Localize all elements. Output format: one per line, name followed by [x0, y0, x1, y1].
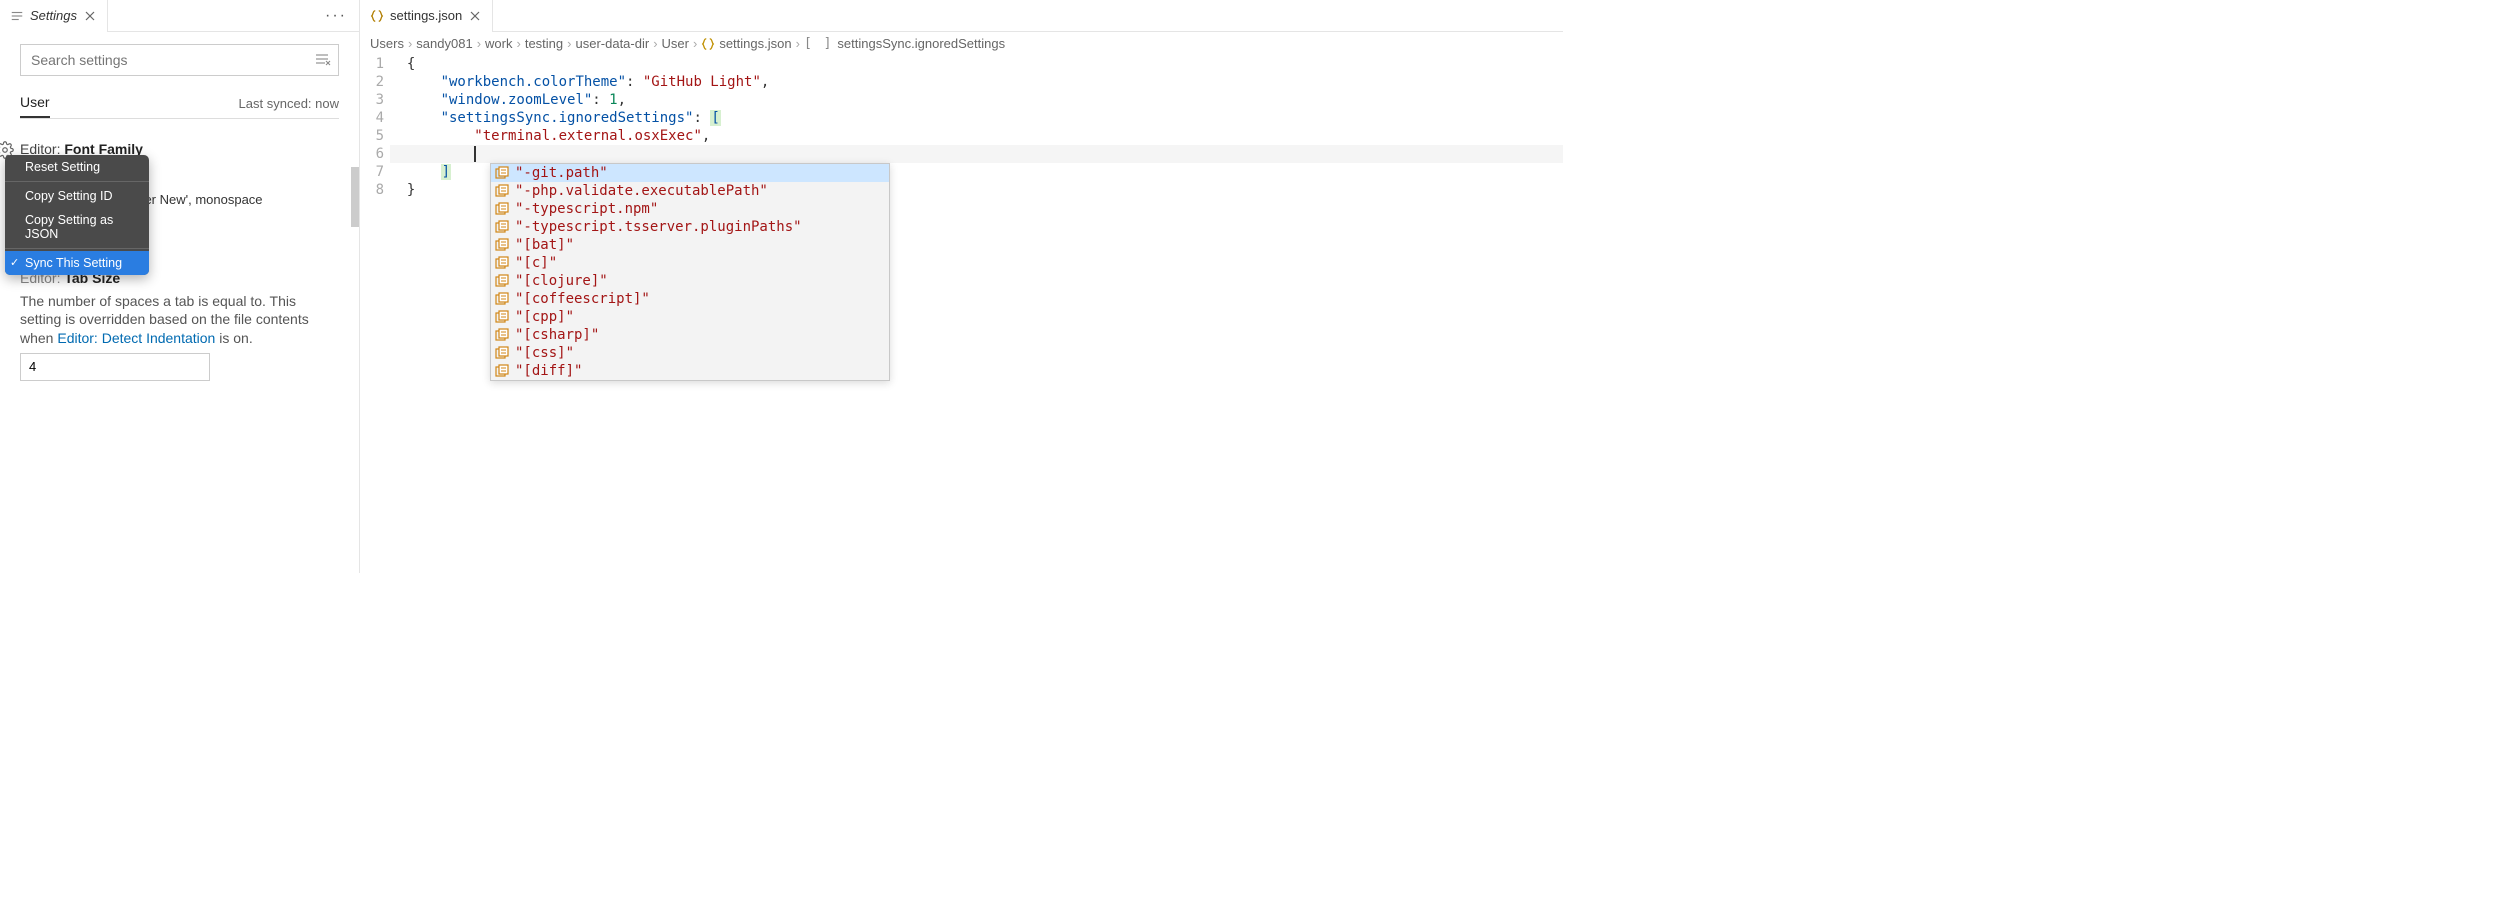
enum-icon	[495, 346, 509, 360]
enum-icon	[495, 292, 509, 306]
chevron-right-icon: ›	[796, 36, 800, 51]
enum-icon	[495, 238, 509, 252]
scope-row: User Last synced: now	[20, 88, 339, 119]
right-tab-bar: settings.json	[360, 0, 1563, 32]
code-editor[interactable]: 1 2 3 4 5 6 7 8 { "workbench.colorTheme"…	[360, 55, 1563, 573]
enum-icon	[495, 274, 509, 288]
breadcrumb-item[interactable]: settingsSync.ignoredSettings	[837, 36, 1005, 51]
chevron-right-icon: ›	[477, 36, 481, 51]
enum-icon	[495, 220, 509, 234]
menu-sync-this-setting[interactable]: ✓ Sync This Setting	[5, 251, 149, 275]
check-icon: ✓	[10, 256, 19, 269]
enum-icon	[495, 166, 509, 180]
setting-context-menu: Reset Setting Copy Setting ID Copy Setti…	[5, 155, 149, 275]
breadcrumb-item[interactable]: work	[485, 36, 512, 51]
line-gutter: 1 2 3 4 5 6 7 8	[360, 55, 390, 573]
breadcrumb-item[interactable]: user-data-dir	[575, 36, 649, 51]
suggest-item[interactable]: "-typescript.tsserver.pluginPaths"	[491, 218, 889, 236]
tab-size-input[interactable]	[20, 353, 210, 381]
enum-icon	[495, 364, 509, 378]
menu-reset-setting[interactable]: Reset Setting	[5, 155, 149, 179]
left-tab-bar: Settings ···	[0, 0, 359, 32]
suggest-item[interactable]: "[csharp]"	[491, 326, 889, 344]
menu-separator	[5, 248, 149, 249]
scrollbar-vertical[interactable]	[351, 167, 359, 227]
menu-copy-setting-id[interactable]: Copy Setting ID	[5, 184, 149, 208]
search-input[interactable]	[20, 44, 339, 76]
tab-title: Settings	[30, 8, 77, 23]
search-box	[20, 44, 339, 76]
more-actions-button[interactable]: ···	[313, 7, 359, 25]
breadcrumb-item[interactable]: User	[662, 36, 689, 51]
chevron-right-icon: ›	[653, 36, 657, 51]
scope-user-tab[interactable]: User	[20, 88, 50, 118]
tab-settings[interactable]: Settings	[0, 0, 108, 32]
suggest-item[interactable]: "-php.validate.executablePath"	[491, 182, 889, 200]
tab-title: settings.json	[390, 8, 462, 23]
suggest-item[interactable]: "[cpp]"	[491, 308, 889, 326]
breadcrumb-item[interactable]: testing	[525, 36, 563, 51]
breadcrumb-item[interactable]: settings.json	[719, 36, 791, 51]
code-body[interactable]: { "workbench.colorTheme": "GitHub Light"…	[390, 55, 1563, 573]
chevron-right-icon: ›	[408, 36, 412, 51]
enum-icon	[495, 184, 509, 198]
text-cursor	[474, 146, 476, 162]
breadcrumb[interactable]: Users › sandy081 › work › testing › user-dat…	[360, 32, 1563, 55]
suggest-item[interactable]: "-git.path"	[491, 164, 889, 182]
chevron-right-icon: ›	[567, 36, 571, 51]
breadcrumb-item[interactable]: sandy081	[416, 36, 472, 51]
detect-indentation-link[interactable]: Editor: Detect Indentation	[57, 330, 215, 346]
clear-search-icon[interactable]	[313, 50, 333, 70]
suggest-item[interactable]: "[diff]"	[491, 362, 889, 380]
menu-separator	[5, 181, 149, 182]
suggest-item[interactable]: "[bat]"	[491, 236, 889, 254]
chevron-right-icon: ›	[693, 36, 697, 51]
menu-copy-setting-json[interactable]: Copy Setting as JSON	[5, 208, 149, 246]
settings-list-icon	[10, 9, 24, 23]
setting-description: The number of spaces a tab is equal to. …	[20, 292, 339, 347]
enum-icon	[495, 310, 509, 324]
setting-value-partial: urier New', monospace	[130, 192, 263, 207]
tab-settings-json[interactable]: settings.json	[360, 0, 493, 32]
editor-pane: settings.json Users › sandy081 › work › tes…	[360, 0, 1563, 573]
enum-icon	[495, 328, 509, 342]
json-icon	[370, 9, 384, 23]
close-icon[interactable]	[83, 9, 97, 23]
suggest-item[interactable]: "-typescript.npm"	[491, 200, 889, 218]
suggest-item[interactable]: "[css]"	[491, 344, 889, 362]
suggest-item[interactable]: "[clojure]"	[491, 272, 889, 290]
enum-icon	[495, 202, 509, 216]
setting-tab-size: Editor: Tab Size The number of spaces a …	[20, 270, 339, 381]
array-icon: [ ]	[804, 36, 833, 51]
chevron-right-icon: ›	[516, 36, 520, 51]
breadcrumb-item[interactable]: Users	[370, 36, 404, 51]
json-icon	[701, 37, 715, 51]
suggest-item[interactable]: "[c]"	[491, 254, 889, 272]
autocomplete-popup: "-git.path" "-php.validate.executablePat…	[490, 163, 890, 381]
enum-icon	[495, 256, 509, 270]
suggest-item[interactable]: "[coffeescript]"	[491, 290, 889, 308]
close-icon[interactable]	[468, 9, 482, 23]
settings-pane: Settings ··· User Last synced: now	[0, 0, 360, 573]
sync-status: Last synced: now	[239, 96, 339, 111]
